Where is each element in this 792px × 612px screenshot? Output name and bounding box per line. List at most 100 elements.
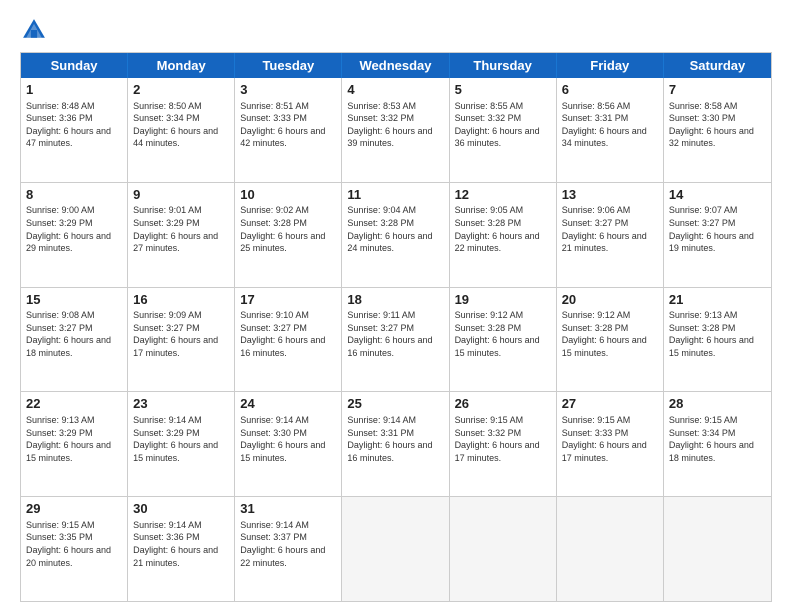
day-number: 16	[133, 291, 229, 309]
cell-text: Sunrise: 9:05 AMSunset: 3:28 PMDaylight:…	[455, 204, 551, 254]
cell-text: Sunrise: 8:53 AMSunset: 3:32 PMDaylight:…	[347, 100, 443, 150]
day-number: 26	[455, 395, 551, 413]
cell-text: Sunrise: 9:01 AMSunset: 3:29 PMDaylight:…	[133, 204, 229, 254]
cell-text: Sunrise: 8:58 AMSunset: 3:30 PMDaylight:…	[669, 100, 766, 150]
day-number: 24	[240, 395, 336, 413]
day-number: 15	[26, 291, 122, 309]
cal-cell	[342, 497, 449, 601]
cell-text: Sunrise: 8:50 AMSunset: 3:34 PMDaylight:…	[133, 100, 229, 150]
cal-cell: 27Sunrise: 9:15 AMSunset: 3:33 PMDayligh…	[557, 392, 664, 496]
cell-text: Sunrise: 9:15 AMSunset: 3:34 PMDaylight:…	[669, 414, 766, 464]
cell-text: Sunrise: 8:48 AMSunset: 3:36 PMDaylight:…	[26, 100, 122, 150]
cal-cell: 2Sunrise: 8:50 AMSunset: 3:34 PMDaylight…	[128, 78, 235, 182]
cal-cell: 4Sunrise: 8:53 AMSunset: 3:32 PMDaylight…	[342, 78, 449, 182]
day-number: 17	[240, 291, 336, 309]
page: SundayMondayTuesdayWednesdayThursdayFrid…	[0, 0, 792, 612]
day-number: 28	[669, 395, 766, 413]
day-number: 6	[562, 81, 658, 99]
header-day-saturday: Saturday	[664, 53, 771, 78]
cell-text: Sunrise: 9:15 AMSunset: 3:33 PMDaylight:…	[562, 414, 658, 464]
cell-text: Sunrise: 9:11 AMSunset: 3:27 PMDaylight:…	[347, 309, 443, 359]
day-number: 9	[133, 186, 229, 204]
cal-cell: 17Sunrise: 9:10 AMSunset: 3:27 PMDayligh…	[235, 288, 342, 392]
cal-cell: 29Sunrise: 9:15 AMSunset: 3:35 PMDayligh…	[21, 497, 128, 601]
day-number: 25	[347, 395, 443, 413]
day-number: 18	[347, 291, 443, 309]
cell-text: Sunrise: 9:13 AMSunset: 3:29 PMDaylight:…	[26, 414, 122, 464]
week-row-2: 8Sunrise: 9:00 AMSunset: 3:29 PMDaylight…	[21, 182, 771, 287]
week-row-4: 22Sunrise: 9:13 AMSunset: 3:29 PMDayligh…	[21, 391, 771, 496]
day-number: 2	[133, 81, 229, 99]
cal-cell: 14Sunrise: 9:07 AMSunset: 3:27 PMDayligh…	[664, 183, 771, 287]
cal-cell: 3Sunrise: 8:51 AMSunset: 3:33 PMDaylight…	[235, 78, 342, 182]
day-number: 20	[562, 291, 658, 309]
calendar: SundayMondayTuesdayWednesdayThursdayFrid…	[20, 52, 772, 602]
cal-cell: 24Sunrise: 9:14 AMSunset: 3:30 PMDayligh…	[235, 392, 342, 496]
cell-text: Sunrise: 9:14 AMSunset: 3:37 PMDaylight:…	[240, 519, 336, 569]
cell-text: Sunrise: 9:02 AMSunset: 3:28 PMDaylight:…	[240, 204, 336, 254]
header-day-tuesday: Tuesday	[235, 53, 342, 78]
cell-text: Sunrise: 9:00 AMSunset: 3:29 PMDaylight:…	[26, 204, 122, 254]
cell-text: Sunrise: 9:09 AMSunset: 3:27 PMDaylight:…	[133, 309, 229, 359]
week-row-1: 1Sunrise: 8:48 AMSunset: 3:36 PMDaylight…	[21, 78, 771, 182]
cell-text: Sunrise: 9:14 AMSunset: 3:30 PMDaylight:…	[240, 414, 336, 464]
cell-text: Sunrise: 9:14 AMSunset: 3:36 PMDaylight:…	[133, 519, 229, 569]
cell-text: Sunrise: 8:51 AMSunset: 3:33 PMDaylight:…	[240, 100, 336, 150]
day-number: 13	[562, 186, 658, 204]
cal-cell: 6Sunrise: 8:56 AMSunset: 3:31 PMDaylight…	[557, 78, 664, 182]
day-number: 4	[347, 81, 443, 99]
header-day-sunday: Sunday	[21, 53, 128, 78]
cal-cell: 25Sunrise: 9:14 AMSunset: 3:31 PMDayligh…	[342, 392, 449, 496]
header-day-friday: Friday	[557, 53, 664, 78]
day-number: 22	[26, 395, 122, 413]
cal-cell: 13Sunrise: 9:06 AMSunset: 3:27 PMDayligh…	[557, 183, 664, 287]
cal-cell: 12Sunrise: 9:05 AMSunset: 3:28 PMDayligh…	[450, 183, 557, 287]
day-number: 23	[133, 395, 229, 413]
cell-text: Sunrise: 9:12 AMSunset: 3:28 PMDaylight:…	[562, 309, 658, 359]
cal-cell	[557, 497, 664, 601]
cal-cell: 11Sunrise: 9:04 AMSunset: 3:28 PMDayligh…	[342, 183, 449, 287]
header-day-thursday: Thursday	[450, 53, 557, 78]
day-number: 21	[669, 291, 766, 309]
day-number: 3	[240, 81, 336, 99]
cell-text: Sunrise: 9:12 AMSunset: 3:28 PMDaylight:…	[455, 309, 551, 359]
cal-cell: 22Sunrise: 9:13 AMSunset: 3:29 PMDayligh…	[21, 392, 128, 496]
cal-cell: 30Sunrise: 9:14 AMSunset: 3:36 PMDayligh…	[128, 497, 235, 601]
day-number: 14	[669, 186, 766, 204]
cal-cell: 9Sunrise: 9:01 AMSunset: 3:29 PMDaylight…	[128, 183, 235, 287]
cell-text: Sunrise: 9:15 AMSunset: 3:35 PMDaylight:…	[26, 519, 122, 569]
cell-text: Sunrise: 9:10 AMSunset: 3:27 PMDaylight:…	[240, 309, 336, 359]
day-number: 8	[26, 186, 122, 204]
cell-text: Sunrise: 9:06 AMSunset: 3:27 PMDaylight:…	[562, 204, 658, 254]
cal-cell: 21Sunrise: 9:13 AMSunset: 3:28 PMDayligh…	[664, 288, 771, 392]
day-number: 5	[455, 81, 551, 99]
cell-text: Sunrise: 9:08 AMSunset: 3:27 PMDaylight:…	[26, 309, 122, 359]
cal-cell: 8Sunrise: 9:00 AMSunset: 3:29 PMDaylight…	[21, 183, 128, 287]
cal-cell: 15Sunrise: 9:08 AMSunset: 3:27 PMDayligh…	[21, 288, 128, 392]
cell-text: Sunrise: 9:13 AMSunset: 3:28 PMDaylight:…	[669, 309, 766, 359]
header	[20, 16, 772, 44]
cell-text: Sunrise: 9:15 AMSunset: 3:32 PMDaylight:…	[455, 414, 551, 464]
calendar-body: 1Sunrise: 8:48 AMSunset: 3:36 PMDaylight…	[21, 78, 771, 601]
cell-text: Sunrise: 8:56 AMSunset: 3:31 PMDaylight:…	[562, 100, 658, 150]
cal-cell: 7Sunrise: 8:58 AMSunset: 3:30 PMDaylight…	[664, 78, 771, 182]
calendar-header: SundayMondayTuesdayWednesdayThursdayFrid…	[21, 53, 771, 78]
cal-cell: 1Sunrise: 8:48 AMSunset: 3:36 PMDaylight…	[21, 78, 128, 182]
cal-cell	[664, 497, 771, 601]
cell-text: Sunrise: 9:14 AMSunset: 3:31 PMDaylight:…	[347, 414, 443, 464]
logo	[20, 16, 52, 44]
day-number: 7	[669, 81, 766, 99]
day-number: 30	[133, 500, 229, 518]
cal-cell: 16Sunrise: 9:09 AMSunset: 3:27 PMDayligh…	[128, 288, 235, 392]
header-day-wednesday: Wednesday	[342, 53, 449, 78]
day-number: 31	[240, 500, 336, 518]
day-number: 10	[240, 186, 336, 204]
day-number: 12	[455, 186, 551, 204]
cal-cell: 31Sunrise: 9:14 AMSunset: 3:37 PMDayligh…	[235, 497, 342, 601]
week-row-3: 15Sunrise: 9:08 AMSunset: 3:27 PMDayligh…	[21, 287, 771, 392]
day-number: 27	[562, 395, 658, 413]
cal-cell: 19Sunrise: 9:12 AMSunset: 3:28 PMDayligh…	[450, 288, 557, 392]
cal-cell: 26Sunrise: 9:15 AMSunset: 3:32 PMDayligh…	[450, 392, 557, 496]
logo-icon	[20, 16, 48, 44]
cal-cell: 10Sunrise: 9:02 AMSunset: 3:28 PMDayligh…	[235, 183, 342, 287]
